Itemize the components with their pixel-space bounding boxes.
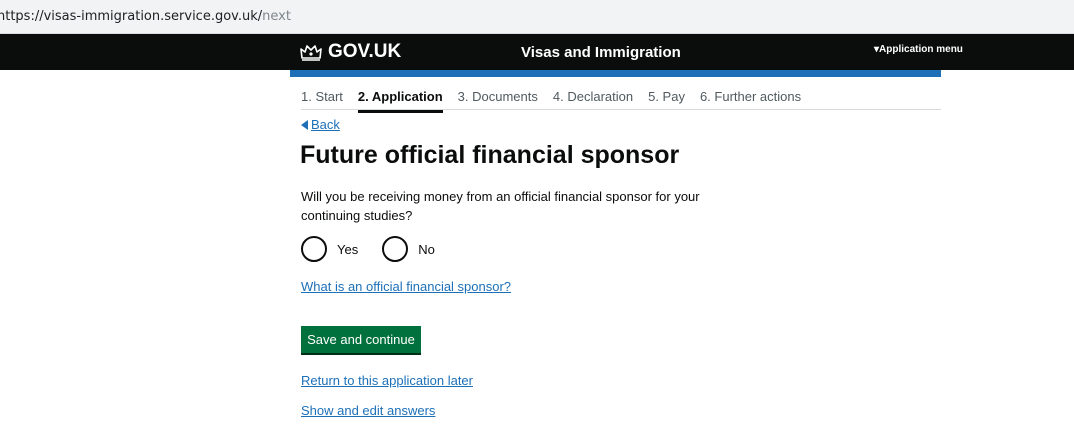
browser-address-bar[interactable]: https://visas-immigration.service.gov.uk… [0,0,1074,34]
official-sponsor-help-link[interactable]: What is an official financial sponsor? [301,279,511,294]
govuk-logo-link[interactable]: GOV.UK [300,41,401,63]
logo-text: GOV.UK [328,41,402,62]
url-path: next [262,9,291,24]
radio-no-label[interactable]: No [418,242,435,257]
service-name[interactable]: Visas and Immigration [521,44,681,61]
radio-group: Yes No [301,236,459,262]
govuk-header: GOV.UK Visas and Immigration ▾Applicatio… [0,34,1074,70]
steps-divider [301,109,941,110]
radio-yes-circle[interactable] [301,236,327,262]
back-triangle-icon [301,119,308,130]
page-title: Future official financial sponsor [300,141,680,169]
url-main: https://visas-immigration.service.gov.uk… [0,9,263,24]
header-blue-bar [290,70,941,77]
url-text[interactable]: https://visas-immigration.service.gov.uk… [0,9,291,24]
radio-no-circle[interactable] [382,236,409,262]
crown-icon [300,45,322,61]
save-and-continue-button[interactable]: Save and continue [301,326,421,353]
application-menu-toggle[interactable]: ▾Application menu [874,44,963,55]
show-edit-answers-link[interactable]: Show and edit answers [301,403,435,418]
back-label: Back [311,117,340,132]
back-link[interactable]: Back [301,117,340,132]
radio-no[interactable]: No [382,236,435,262]
return-later-link[interactable]: Return to this application later [301,373,473,388]
question-text: Will you be receiving money from an offi… [301,189,700,223]
radio-yes[interactable]: Yes [301,236,358,262]
radio-yes-label[interactable]: Yes [337,242,358,257]
